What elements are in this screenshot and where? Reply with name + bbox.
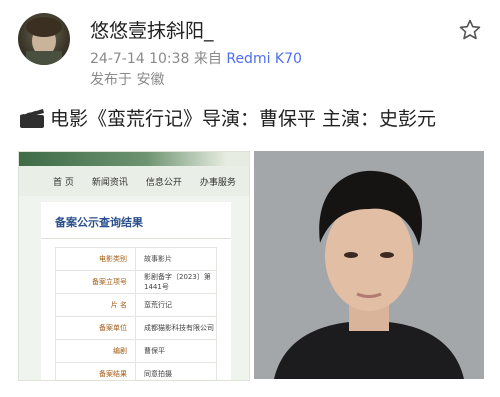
avatar[interactable] [18, 13, 70, 65]
row-label: 电影类别 [55, 247, 136, 271]
post-text: 电影《蛮荒行记》导演：曹保平 主演：史彭元 [50, 108, 437, 130]
record-panel: 备案公示查询结果 电影类别 故事影片 备案立项号 影剧备字〔2023〕第1441… [41, 202, 231, 380]
row-label: 备案立项号 [55, 270, 136, 294]
table-row: 备案结果 同意拍摄 [55, 362, 217, 380]
table-row: 片 名 蛮荒行记 [55, 293, 217, 317]
row-label: 备案单位 [55, 316, 136, 340]
row-label: 备案结果 [55, 362, 136, 380]
source-prefix: 来自 [193, 51, 222, 67]
post-location: 发布于 安徽 [90, 72, 165, 88]
username[interactable]: 悠悠壹抹斜阳_ [90, 16, 214, 43]
avatar-image [26, 17, 62, 65]
row-value: 同意拍摄 [135, 362, 217, 380]
portrait-photo [254, 151, 484, 379]
site-nav: 首 页 新闻资讯 信息公开 办事服务 [19, 166, 249, 196]
nav-home[interactable]: 首 页 [53, 175, 74, 188]
row-value: 故事影片 [135, 247, 217, 271]
post-image-portrait[interactable] [254, 151, 484, 379]
record-table: 电影类别 故事影片 备案立项号 影剧备字〔2023〕第1441号 片 名 蛮荒行… [55, 247, 217, 380]
nav-news[interactable]: 新闻资讯 [92, 175, 128, 188]
row-label: 片 名 [55, 293, 136, 317]
row-value: 成都猫影科技有限公司 [135, 316, 217, 340]
star-icon[interactable] [458, 18, 482, 42]
clapperboard-icon [20, 108, 44, 128]
row-value: 蛮荒行记 [135, 293, 217, 317]
post-image-screenshot[interactable]: 首 页 新闻资讯 信息公开 办事服务 备案公示查询结果 电影类别 故事影片 备案… [18, 151, 250, 381]
row-value: 曹保平 [135, 339, 217, 363]
post-text-row: 电影《蛮荒行记》导演：曹保平 主演：史彭元 [18, 104, 436, 131]
row-value: 影剧备字〔2023〕第1441号 [135, 270, 217, 294]
post-source[interactable]: Redmi K70 [226, 51, 302, 67]
table-row: 编剧 曹保平 [55, 339, 217, 363]
table-row: 电影类别 故事影片 [55, 247, 217, 271]
record-title: 备案公示查询结果 [41, 202, 231, 239]
post-time: 24-7-14 10:38 [90, 51, 190, 67]
row-label: 编剧 [55, 339, 136, 363]
site-banner [19, 152, 249, 166]
nav-info[interactable]: 信息公开 [146, 175, 182, 188]
nav-service[interactable]: 办事服务 [200, 175, 236, 188]
table-row: 备案单位 成都猫影科技有限公司 [55, 316, 217, 340]
post-meta: 24-7-14 10:38 来自 Redmi K70 [90, 48, 302, 68]
table-row: 备案立项号 影剧备字〔2023〕第1441号 [55, 270, 217, 294]
